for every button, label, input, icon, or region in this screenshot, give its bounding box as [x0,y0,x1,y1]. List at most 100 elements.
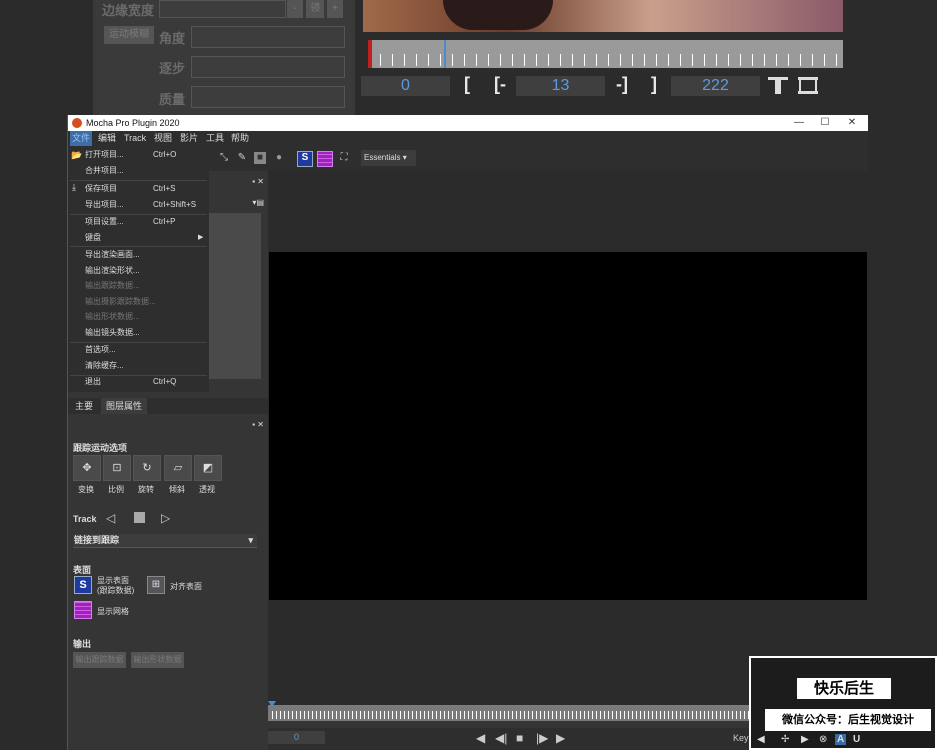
record-tool-icon[interactable]: ● [273,152,285,164]
rotate-label: 旋转 [138,485,154,494]
output-shape-data-button[interactable]: 输出形状数据 [131,652,184,668]
minus-button[interactable]: - [287,0,303,18]
link-to-track-dropdown[interactable]: 链接到跟踪 ▾ [73,534,257,548]
viewer-canvas[interactable] [269,252,867,600]
step-back-icon[interactable]: ◀| [495,731,507,745]
current-frame-field[interactable]: 13 [516,76,605,96]
menu-file[interactable]: 文件 [70,131,93,146]
close-button[interactable]: ✕ [839,115,865,131]
menu-item-preferences[interactable]: 首选项... [85,342,116,358]
watermark-subtitle: 微信公众号：后生视觉设计 [765,709,931,731]
surface-toggle-icon[interactable]: S [297,151,313,167]
menu-edit[interactable]: 编辑 [98,131,116,146]
frame-field[interactable]: 0 [268,731,325,744]
shear-button[interactable]: ▱ [164,455,192,481]
menu-item-output-shape-data: 输出形状数据... [85,312,140,321]
workspace-dropdown[interactable]: Essentials ▾ [361,150,416,166]
output-track-data-button[interactable]: 输出跟踪数据 [73,652,126,668]
play-icon[interactable]: ▶ [556,731,565,745]
watermark-title: 快乐后生 [797,678,891,699]
range-close[interactable]: -] [616,74,628,95]
stop-icon[interactable]: ■ [516,731,523,745]
minimize-button[interactable]: — [786,115,812,131]
perspective-button[interactable]: ◩ [194,455,222,481]
translate-button[interactable]: ✥ [73,455,101,481]
menu-view[interactable]: 视图 [154,131,172,146]
tab-layer-properties[interactable]: 图层属性 [101,398,148,414]
quality-label: 质量 [159,92,186,107]
edge-width-field[interactable] [159,0,286,18]
host-timeline-ruler[interactable] [368,40,843,68]
fit-range-icon[interactable] [797,74,819,96]
range-open[interactable]: [- [494,74,506,95]
bracket-open[interactable]: [ [464,74,470,95]
track-backward-icon[interactable]: ◁ [106,511,115,525]
track-motion-header: 跟踪运动选项 [73,443,128,453]
edge-width-label: 边缘宽度 [102,3,155,18]
grid-toggle-icon[interactable] [317,151,333,167]
track-forward-icon[interactable]: ▷ [161,511,170,525]
transform-tool-icon[interactable]: ⤡ [218,152,230,164]
mask-tool-icon[interactable]: ■ [254,152,266,164]
align-surface-label[interactable]: 对齐表面 [170,582,202,592]
menu-track[interactable]: Track [124,131,146,146]
mid-button[interactable]: 领 [306,0,324,18]
key-label: Key [733,733,749,743]
perspective-icon: ◩ [202,462,214,474]
playhead-marker[interactable] [444,40,446,68]
start-frame-field[interactable]: 0 [361,76,450,96]
shortcut-exit: Ctrl+Q [153,377,177,386]
maximize-button[interactable]: ☐ [812,115,838,131]
plus-button[interactable]: + [327,0,343,18]
layers-list[interactable] [209,213,261,379]
menu-item-export-render[interactable]: 导出渲染画面... [85,247,140,263]
menu-item-project-settings[interactable]: 项目设置... [85,214,124,230]
menu-bar: 文件 编辑 Track 视图 影片 工具 帮助 [68,131,868,146]
menu-item-save[interactable]: 保存项目 [85,181,117,197]
shortcut-export: Ctrl+Shift+S [153,200,197,209]
go-start-icon[interactable]: ◀ [476,731,485,745]
panel-float-close-icon[interactable]: ▪ ✕ [252,177,264,186]
menu-help[interactable]: 帮助 [231,131,249,146]
panel-menu-icon[interactable]: ▾▤ [252,198,264,207]
menu-item-exit[interactable]: 退出 [85,374,101,390]
tab-main[interactable]: 主要 [70,398,98,414]
unkey-icon: U [853,734,861,745]
menu-item-output-track-data: 输出跟踪数据... [85,281,140,290]
menu-item-export[interactable]: 导出项目... [85,197,124,213]
end-frame-field[interactable]: 222 [671,76,760,96]
brush-tool-icon[interactable]: ✎ [236,152,248,164]
motion-blur-button[interactable]: 运动模糊 [104,26,154,44]
menu-item-output-lens-data[interactable]: 输出镜头数据... [85,325,140,341]
menu-item-keyboard[interactable]: 键盘 [85,230,101,246]
track-stop-icon[interactable] [134,512,145,523]
menu-clip[interactable]: 影片 [180,131,198,146]
add-key-icon: ✢ [781,734,790,745]
params-float-close-icon[interactable]: ▪ ✕ [252,420,264,429]
in-point-marker[interactable] [368,40,372,68]
menu-item-clear-cache[interactable]: 清除缓存... [85,358,124,374]
menu-item-merge[interactable]: 合并项目... [85,163,124,179]
rotate-button[interactable]: ↻ [133,455,161,481]
step-forward-icon[interactable]: |▶ [536,731,548,745]
show-grid-label[interactable]: 显示网格 [97,607,129,617]
fit-view-icon[interactable]: ⛶ [338,152,350,164]
show-surface-label[interactable]: 显示表面 [97,576,129,586]
menu-item-output-render-shapes[interactable]: 输出渲染形状... [85,263,140,279]
align-surface-icon[interactable]: ⊞ [147,576,165,594]
playhead-icon[interactable] [268,701,276,707]
fit-width-icon[interactable] [767,74,789,96]
next-key-icon: ▶ [801,734,809,745]
surface-icon[interactable]: S [74,576,92,594]
menu-item-open[interactable]: 打开项目... [85,147,124,163]
step-field[interactable] [191,56,345,78]
menu-tools[interactable]: 工具 [206,131,224,146]
scale-button[interactable]: ⊡ [103,455,131,481]
show-surface-sublabel: (跟踪数据) [97,586,135,595]
surface-header: 表面 [73,565,92,575]
angle-field[interactable] [191,26,345,48]
host-preview-image [363,0,843,32]
quality-field[interactable] [191,86,345,108]
grid-icon[interactable] [74,601,92,619]
bracket-close[interactable]: ] [651,74,657,95]
